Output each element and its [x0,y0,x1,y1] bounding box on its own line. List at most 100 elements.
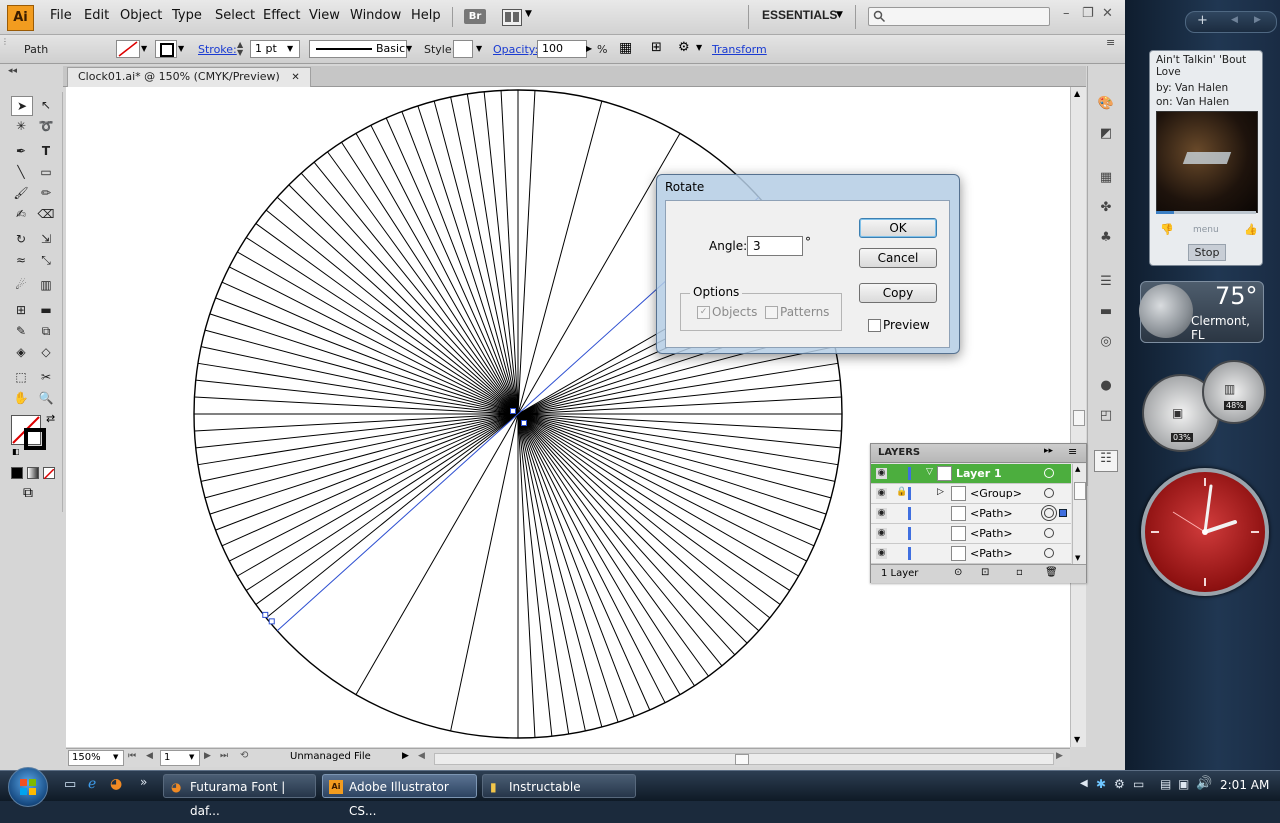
radial-line[interactable] [355,413,519,695]
lasso-tool-icon[interactable]: ➰ [36,117,56,135]
type-tool-icon[interactable]: T [36,142,56,160]
eye-icon[interactable]: ◉ [876,468,887,479]
layer-row[interactable]: ◉ 🔒 ▷ <Group> [871,484,1071,504]
radial-line[interactable] [517,413,841,449]
radial-line[interactable] [355,133,519,415]
radial-line[interactable] [229,413,519,562]
transform-panel-link[interactable]: Transform [712,43,767,56]
menu-type[interactable]: Type [172,8,202,23]
stepper-icon[interactable]: ▲ ▼ [237,41,243,57]
tray-app-icon[interactable]: ⚙ [1114,777,1125,791]
ok-button[interactable]: OK [859,218,937,238]
radial-line[interactable] [517,413,799,577]
hand-tool-icon[interactable]: ✋ [11,389,31,407]
show-hidden-icons[interactable]: ◀ [1080,778,1088,789]
taskbar-button-firefox[interactable]: ◕ Futurama Font | daf... [163,774,316,818]
direct-selection-tool-icon[interactable]: ↖ [36,96,56,114]
radial-line[interactable] [517,413,681,695]
graph-tool-icon[interactable]: ▥ [36,276,56,294]
tray-clipboard-icon[interactable]: ▤ [1160,777,1171,791]
radial-line[interactable] [450,413,519,732]
workspace-switcher[interactable]: ESSENTIALS [762,8,837,22]
locate-object-icon[interactable]: ⊙ [954,567,962,578]
radial-line[interactable] [517,396,842,415]
radial-line[interactable] [517,413,748,644]
line-tool-icon[interactable]: ╲ [11,163,31,181]
radial-line[interactable] [517,379,841,415]
network-icon[interactable]: ▣ [1178,777,1189,791]
radial-line[interactable] [229,266,519,415]
layer-row[interactable]: ◉ <Path> [871,544,1071,564]
radial-line[interactable] [237,251,519,415]
graphic-style-swatch[interactable] [453,40,473,58]
radial-line[interactable] [517,346,836,415]
transparency-panel-icon[interactable]: ◎ [1097,334,1115,350]
stop-button[interactable]: Stop [1188,244,1226,261]
radial-line[interactable] [517,413,586,732]
default-colors-icon[interactable]: ◧ [12,447,20,456]
collapse-arrows-icon[interactable]: ◂◂ [8,66,17,76]
radial-line[interactable] [195,379,519,415]
artboard-number-field[interactable]: 1 ▼ [160,750,200,766]
symbol-sprayer-icon[interactable]: ☄ [11,276,31,294]
stroke-color-icon[interactable] [24,428,46,450]
radial-line[interactable] [500,90,519,415]
rotate-tool-icon[interactable]: ↻ [11,230,31,248]
symbols-panel-icon[interactable]: ♣ [1097,230,1115,246]
radial-line[interactable] [450,96,519,415]
radial-line[interactable] [209,413,519,515]
scroll-up-icon[interactable]: ▲ [1074,89,1080,98]
select-similar-icon[interactable]: ⚙ [678,40,690,55]
new-sublayer-icon[interactable]: ▫ [1016,567,1023,578]
scroll-thumb[interactable] [1073,410,1085,426]
chevron-down-icon[interactable]: ▼ [476,44,482,53]
color-mode-icon[interactable] [11,467,23,479]
gradient-tool-icon[interactable]: ▬ [36,301,56,319]
layer-name[interactable]: Layer 1 [956,467,1002,480]
chevron-right-icon[interactable]: ▶ [586,44,592,53]
pencil-tool-icon[interactable]: ✏ [36,184,56,202]
thumbs-down-icon[interactable]: 👎 [1160,223,1174,236]
gradient-mode-icon[interactable] [27,467,39,479]
previous-page-icon[interactable]: ◀ [1231,15,1238,25]
radial-line[interactable] [517,413,536,738]
minimize-icon[interactable]: – [1063,6,1070,21]
anchor-point[interactable] [268,618,275,625]
warp-tool-icon[interactable]: ≈ [11,251,31,269]
layers-panel-title[interactable]: LAYERS [878,447,920,458]
expand-down-icon[interactable]: ▽ [926,467,933,477]
brush-definition-field[interactable]: Basic [309,40,407,58]
target-icon[interactable] [1044,528,1054,538]
clipping-mask-icon[interactable]: ⊡ [981,567,989,578]
swap-colors-icon[interactable]: ⇄ [46,412,55,425]
chevron-down-icon[interactable]: ▼ [178,44,184,53]
status-history-icon[interactable]: ⟲ [240,750,248,761]
next-artboard-icon[interactable]: ▶ [204,751,211,761]
radial-line[interactable] [517,90,536,415]
menu-edit[interactable]: Edit [84,8,109,23]
chevron-down-icon[interactable]: ▼ [406,44,412,53]
menu-link[interactable]: menu [1193,225,1219,235]
taskbar-clock[interactable]: 2:01 AM [1220,778,1269,792]
eraser-tool-icon[interactable]: ⌫ [36,205,56,223]
radial-line[interactable] [195,413,519,449]
radial-line[interactable] [517,100,603,415]
magic-wand-icon[interactable]: ✳ [11,117,31,135]
radial-line[interactable] [417,105,519,415]
panel-menu-icon[interactable]: ≡ [1106,36,1115,49]
status-menu-icon[interactable]: ▶ [402,751,409,761]
menu-object[interactable]: Object [120,8,162,23]
layer-name[interactable]: <Path> [970,527,1013,540]
radial-line[interactable] [517,413,807,562]
help-search-input[interactable] [868,7,1050,26]
scroll-up-icon[interactable]: ▲ [1075,465,1080,473]
bluetooth-icon[interactable]: ✱ [1096,777,1106,791]
radial-line[interactable] [385,117,519,415]
radial-line[interactable] [221,281,519,415]
radial-line[interactable] [517,413,651,711]
zoom-tool-icon[interactable]: 🔍 [36,389,56,407]
radial-line[interactable] [265,413,519,619]
scroll-down-icon[interactable]: ▼ [1075,554,1080,562]
cancel-button[interactable]: Cancel [859,248,937,268]
internet-explorer-icon[interactable]: ℯ [88,776,96,792]
